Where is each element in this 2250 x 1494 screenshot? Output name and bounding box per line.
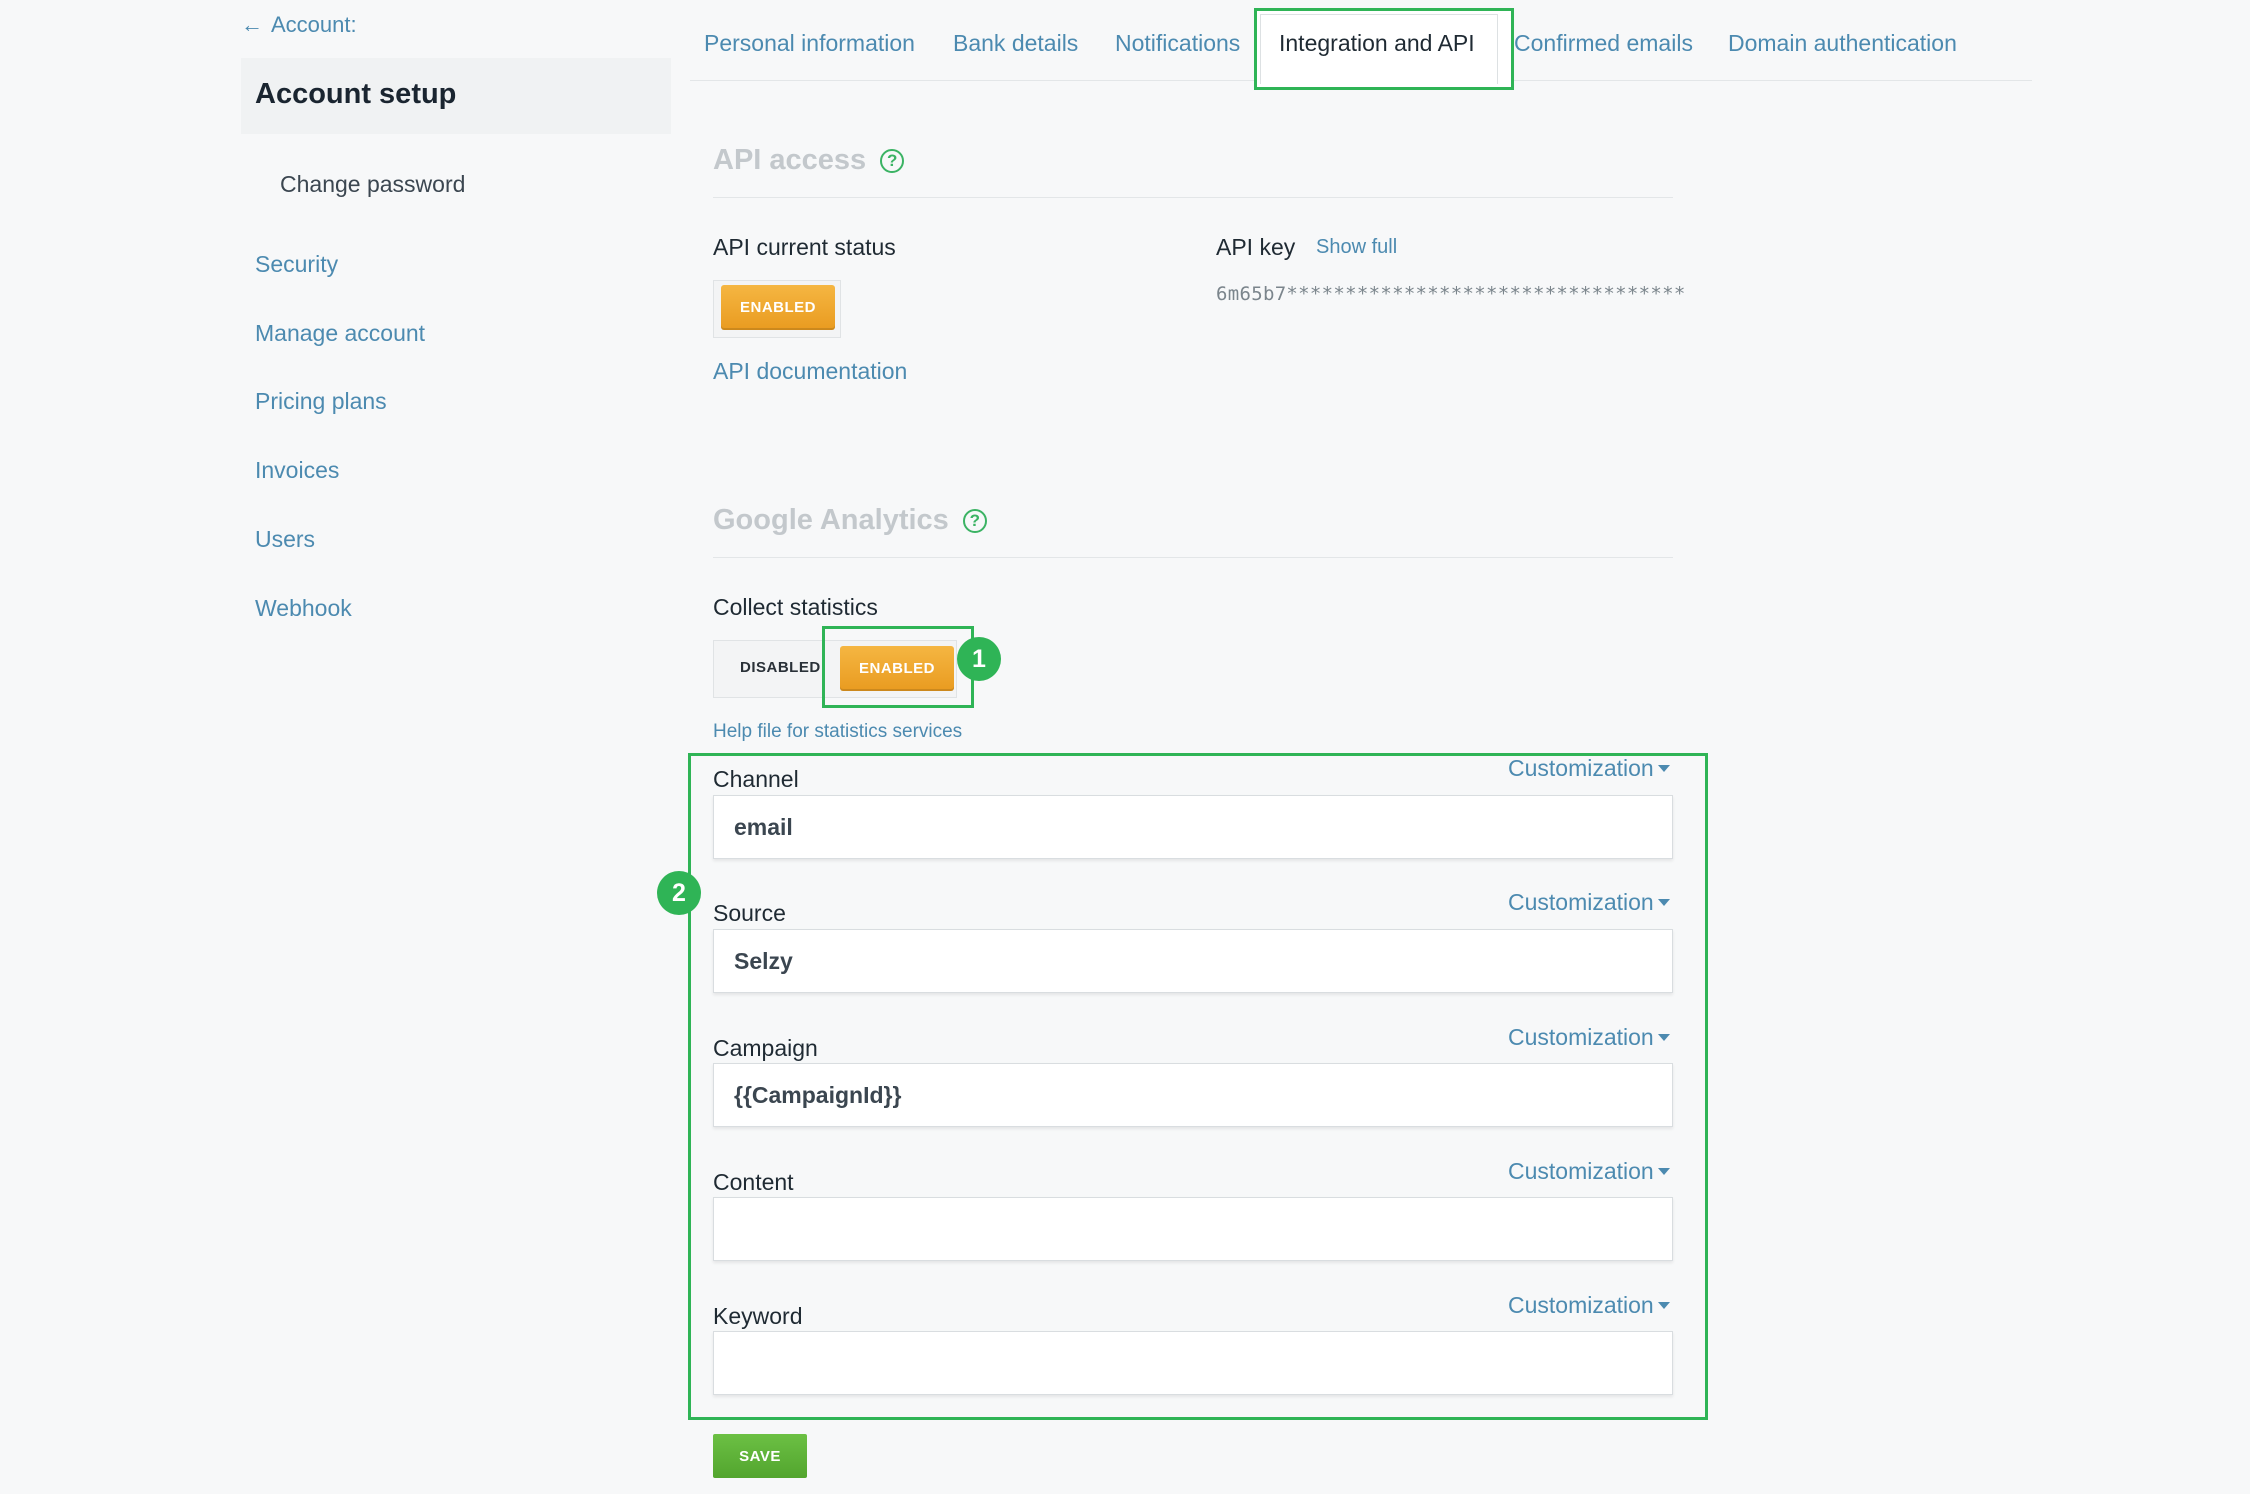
api-documentation-link[interactable]: API documentation bbox=[713, 358, 907, 385]
sidebar-item-change-password[interactable]: Change password bbox=[280, 171, 465, 198]
api-key-value: 6m65b7********************************** bbox=[1216, 283, 1686, 305]
sidebar-item-manage-account[interactable]: Manage account bbox=[255, 320, 425, 347]
api-key-label: API key bbox=[1216, 234, 1296, 260]
api-access-title-text: API access bbox=[713, 144, 867, 176]
sidebar-item-webhook[interactable]: Webhook bbox=[255, 595, 352, 622]
source-customization-dropdown[interactable]: Customization bbox=[1508, 889, 1670, 916]
google-analytics-title-text: Google Analytics bbox=[713, 504, 949, 536]
caret-down-icon bbox=[1657, 765, 1670, 772]
help-icon[interactable]: ? bbox=[962, 508, 987, 533]
tab-bank-details[interactable]: Bank details bbox=[953, 30, 1078, 57]
content-customization-dropdown[interactable]: Customization bbox=[1508, 1158, 1670, 1185]
step-badge-2: 2 bbox=[657, 871, 701, 915]
page-title: Account setup bbox=[255, 78, 457, 110]
source-input[interactable]: Selzy bbox=[713, 929, 1673, 993]
customization-label: Customization bbox=[1508, 1292, 1654, 1318]
tab-domain-authentication[interactable]: Domain authentication bbox=[1728, 30, 1957, 57]
customization-label: Customization bbox=[1508, 1024, 1654, 1050]
tab-personal-information[interactable]: Personal information bbox=[704, 30, 915, 57]
keyword-customization-dropdown[interactable]: Customization bbox=[1508, 1292, 1670, 1319]
statistics-enabled-option[interactable]: ENABLED bbox=[840, 646, 954, 691]
back-link-label: Account: bbox=[271, 12, 357, 37]
channel-customization-dropdown[interactable]: Customization bbox=[1508, 755, 1670, 782]
keyword-label: Keyword bbox=[713, 1303, 803, 1329]
save-button[interactable]: SAVE bbox=[713, 1434, 807, 1478]
customization-label: Customization bbox=[1508, 755, 1654, 781]
content-label: Content bbox=[713, 1169, 794, 1195]
campaign-customization-dropdown[interactable]: Customization bbox=[1508, 1024, 1670, 1051]
tab-confirmed-emails[interactable]: Confirmed emails bbox=[1514, 30, 1693, 57]
caret-down-icon bbox=[1657, 1302, 1670, 1309]
arrow-left-icon: ← bbox=[241, 12, 263, 37]
content-input[interactable] bbox=[713, 1197, 1673, 1261]
tab-notifications[interactable]: Notifications bbox=[1115, 30, 1240, 57]
customization-label: Customization bbox=[1508, 1158, 1654, 1184]
sidebar-item-users[interactable]: Users bbox=[255, 526, 315, 553]
channel-label: Channel bbox=[713, 766, 799, 792]
section-divider bbox=[713, 557, 1673, 558]
step-badge-1: 1 bbox=[957, 637, 1001, 681]
customization-label: Customization bbox=[1508, 889, 1654, 915]
campaign-label: Campaign bbox=[713, 1035, 818, 1061]
caret-down-icon bbox=[1657, 899, 1670, 906]
campaign-input[interactable]: {{CampaignId}} bbox=[713, 1063, 1673, 1127]
sidebar-item-invoices[interactable]: Invoices bbox=[255, 457, 339, 484]
api-status-label: API current status bbox=[713, 234, 896, 260]
sidebar-item-security[interactable]: Security bbox=[255, 251, 338, 278]
statistics-help-link[interactable]: Help file for statistics services bbox=[713, 721, 962, 743]
collect-statistics-label: Collect statistics bbox=[713, 594, 878, 620]
help-icon[interactable]: ? bbox=[880, 148, 905, 173]
channel-input[interactable]: email bbox=[713, 795, 1673, 859]
api-enabled-button[interactable]: ENABLED bbox=[721, 285, 835, 330]
caret-down-icon bbox=[1657, 1034, 1670, 1041]
google-analytics-section-title: Google Analytics ? bbox=[713, 504, 987, 537]
tab-integration-and-api[interactable]: Integration and API bbox=[1279, 30, 1475, 57]
back-link[interactable]: ← Account: bbox=[241, 12, 357, 38]
sidebar-item-pricing-plans[interactable]: Pricing plans bbox=[255, 388, 387, 415]
source-label: Source bbox=[713, 900, 786, 926]
keyword-input[interactable] bbox=[713, 1331, 1673, 1395]
statistics-disabled-option[interactable]: DISABLED bbox=[740, 659, 821, 676]
show-full-link[interactable]: Show full bbox=[1316, 236, 1397, 259]
caret-down-icon bbox=[1657, 1168, 1670, 1175]
section-divider bbox=[713, 197, 1673, 198]
api-access-section-title: API access ? bbox=[713, 144, 905, 177]
